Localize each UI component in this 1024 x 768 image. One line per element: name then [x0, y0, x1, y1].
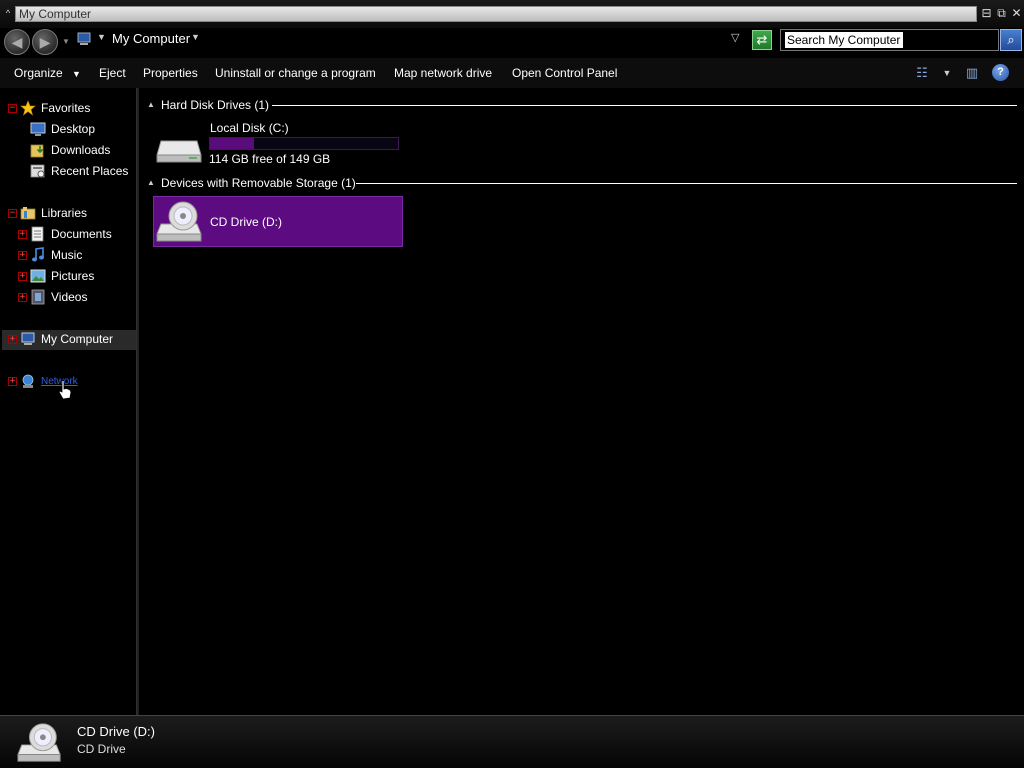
group-divider [356, 183, 1017, 184]
refresh-button[interactable]: ⇄ [752, 30, 772, 50]
drive-name-local-disk: Local Disk (C:) [210, 121, 289, 135]
organize-button[interactable]: Organize ▼ [14, 66, 81, 80]
address-history-dropdown-icon[interactable]: ▽ [731, 31, 739, 44]
recent-pages-dropdown-icon[interactable]: ▼ [61, 35, 71, 49]
properties-button[interactable]: Properties [143, 66, 198, 80]
address-bar: ◀ ▶ ▼ ▼ My Computer ▼ ▽ ⇄ Search My Comp… [0, 28, 1024, 58]
search-input[interactable]: Search My Computer [785, 32, 903, 48]
change-view-icon[interactable]: ☷ [913, 64, 931, 82]
sidebar-item-documents[interactable]: + Documents [0, 226, 136, 246]
sidebar-label-desktop: Desktop [51, 122, 96, 136]
computer-icon [77, 32, 91, 45]
sidebar-item-music[interactable]: + Music [0, 247, 136, 267]
system-menu-icon[interactable]: ^ [2, 6, 14, 20]
hand-cursor-icon [58, 380, 72, 400]
uninstall-program-button[interactable]: Uninstall or change a program [215, 66, 376, 80]
sidebar-item-recent-places[interactable]: Recent Places [0, 163, 136, 183]
expand-icon[interactable]: + [18, 230, 27, 239]
group-header-hard-disk-drives[interactable]: Hard Disk Drives (1) [161, 98, 269, 112]
restore-button[interactable]: ⧉ [994, 6, 1009, 21]
sidebar-label-music: Music [51, 248, 83, 262]
forward-button[interactable]: ▶ [32, 29, 58, 55]
organize-label: Organize [14, 66, 63, 80]
title-bar: ^ My Computer ⊟ ⧉ ✕ [0, 0, 1024, 28]
pictures-icon [30, 269, 46, 283]
sidebar-label-my-computer: My Computer [41, 332, 114, 346]
drive-name-cd-drive: CD Drive (D:) [210, 215, 282, 229]
sidebar-label-downloads: Downloads [51, 143, 111, 157]
music-note-icon [32, 247, 44, 262]
hard-drive-icon [156, 140, 202, 163]
sidebar-item-favorites[interactable]: − Favorites [0, 100, 136, 120]
minimize-button[interactable]: ⊟ [979, 6, 994, 21]
sidebar-item-libraries[interactable]: − Libraries [0, 205, 136, 225]
downloads-folder-icon [30, 144, 44, 158]
expand-icon[interactable]: + [18, 272, 27, 281]
sidebar-label-libraries: Libraries [41, 206, 88, 220]
back-button[interactable]: ◀ [4, 29, 30, 55]
group-collapse-caret-icon[interactable]: ▲ [147, 178, 155, 187]
search-box[interactable]: Search My Computer [780, 29, 999, 51]
sidebar-label-pictures: Pictures [51, 269, 95, 283]
breadcrumb-chevron-icon[interactable]: ▼ [97, 32, 106, 42]
drive-capacity-bar [209, 137, 399, 150]
map-network-drive-button[interactable]: Map network drive [394, 66, 492, 80]
sidebar-item-pictures[interactable]: + Pictures [0, 268, 136, 288]
sidebar-item-my-computer[interactable]: + My Computer [0, 331, 136, 351]
desktop-icon [30, 122, 46, 136]
details-item-type: CD Drive [77, 742, 126, 756]
network-icon [22, 374, 34, 388]
expand-icon[interactable]: + [8, 335, 17, 344]
group-collapse-caret-icon[interactable]: ▲ [147, 100, 155, 109]
sidebar-item-videos[interactable]: + Videos [0, 289, 136, 309]
group-header-removable-storage[interactable]: Devices with Removable Storage (1) [161, 176, 356, 190]
search-icon[interactable]: ⌕ [1000, 29, 1022, 51]
sidebar-label-videos: Videos [51, 290, 88, 304]
drive-free-space: 114 GB free of 149 GB [209, 152, 331, 166]
libraries-folder-icon [20, 207, 36, 220]
location-chevron-icon[interactable]: ▼ [191, 32, 200, 42]
expand-icon[interactable]: + [18, 293, 27, 302]
recent-places-icon [30, 164, 45, 178]
breadcrumb-location[interactable]: My Computer [112, 31, 190, 46]
drive-capacity-fill [210, 138, 255, 149]
view-options-chevron-icon[interactable]: ▼ [938, 64, 956, 82]
eject-button[interactable]: Eject [99, 66, 126, 80]
collapse-icon[interactable]: − [8, 209, 17, 218]
videos-icon [31, 289, 45, 305]
cd-drive-icon [156, 201, 202, 242]
sidebar-label-documents: Documents [51, 227, 112, 241]
expand-icon[interactable]: + [18, 251, 27, 260]
sidebar-item-desktop[interactable]: Desktop [0, 121, 136, 141]
documents-icon [31, 226, 44, 242]
computer-icon [21, 332, 35, 345]
open-control-panel-button[interactable]: Open Control Panel [512, 66, 617, 80]
details-item-name: CD Drive (D:) [77, 724, 155, 739]
details-pane: CD Drive (D:) CD Drive [0, 715, 1024, 768]
sidebar-label-recent-places: Recent Places [51, 164, 129, 178]
help-icon[interactable]: ? [992, 64, 1009, 81]
chevron-down-icon: ▼ [72, 69, 81, 79]
window-title: My Computer [15, 6, 977, 22]
command-bar: Organize ▼ Eject Properties Uninstall or… [0, 58, 1024, 88]
star-icon [20, 100, 36, 116]
cd-drive-icon [17, 723, 61, 762]
collapse-icon[interactable]: − [8, 104, 17, 113]
sidebar-label-favorites: Favorites [41, 101, 91, 115]
sidebar-item-downloads[interactable]: Downloads [0, 142, 136, 162]
close-button[interactable]: ✕ [1009, 6, 1024, 21]
group-divider [272, 105, 1017, 106]
preview-pane-icon[interactable]: ▥ [963, 64, 981, 82]
expand-icon[interactable]: + [8, 377, 17, 386]
